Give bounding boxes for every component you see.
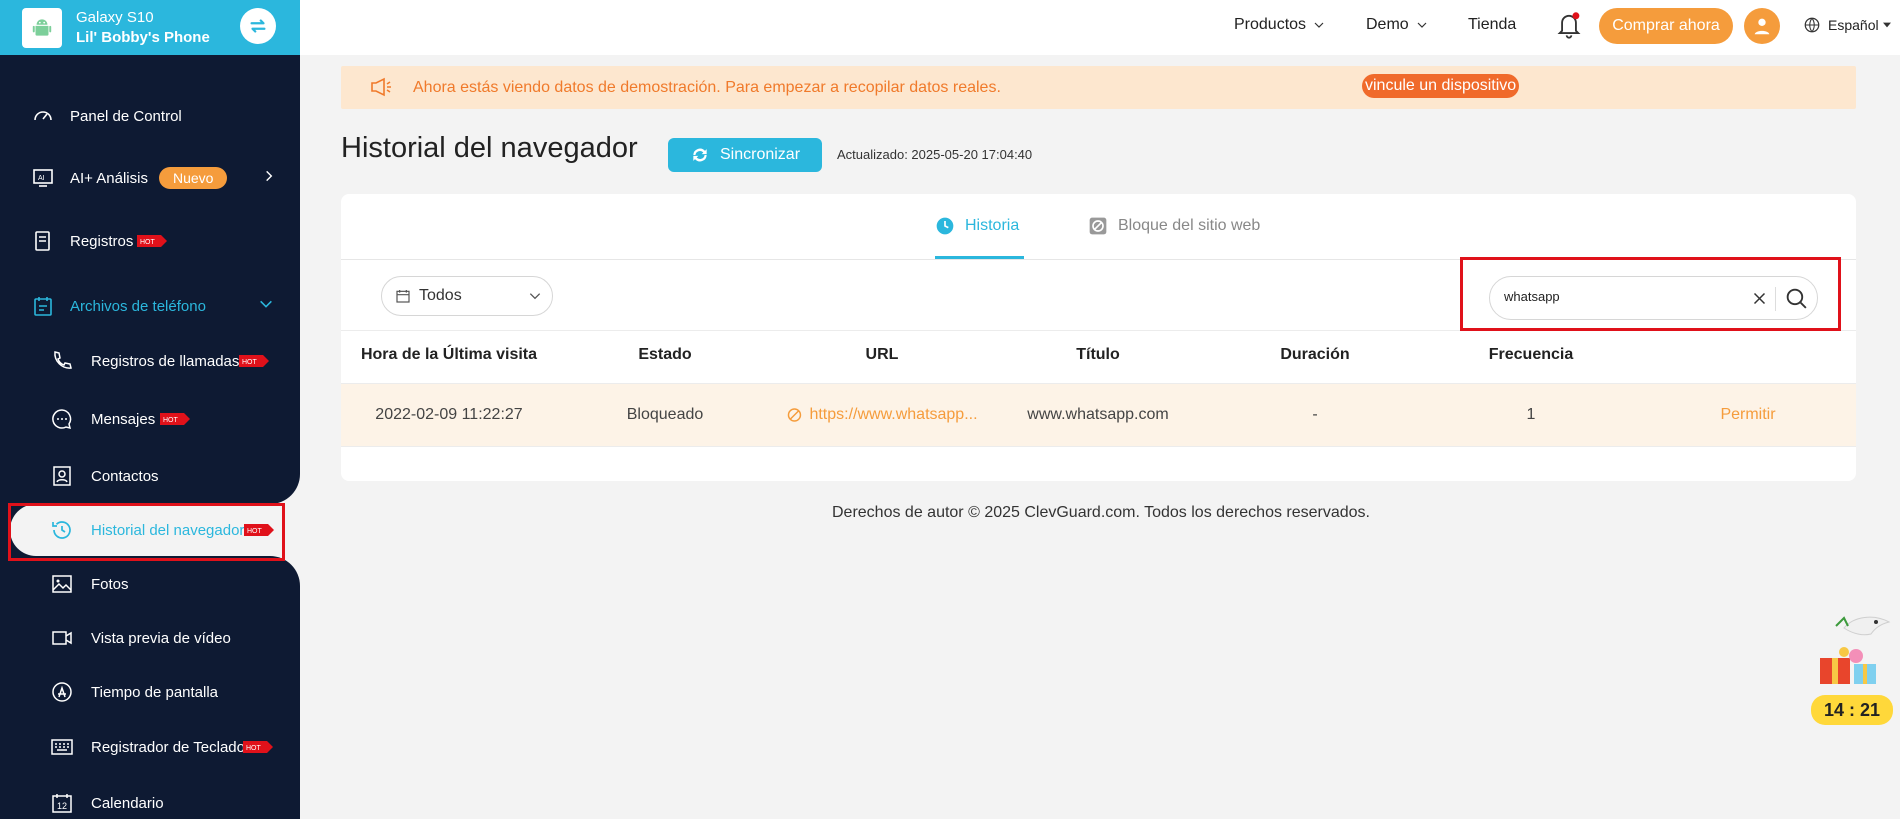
allow-button[interactable]: Permitir xyxy=(1720,406,1775,424)
contacts-icon xyxy=(49,463,75,489)
megaphone-icon xyxy=(369,76,393,103)
last-updated: Actualizado: 2025-05-20 17:04:40 xyxy=(837,147,1033,162)
new-badge: Nuevo xyxy=(159,167,228,189)
gift-bird-icon xyxy=(1820,616,1891,684)
buy-now-button[interactable]: Comprar ahora xyxy=(1599,8,1733,44)
chevron-right-icon xyxy=(262,169,276,187)
calendar-icon: 12 xyxy=(49,790,75,816)
blocked-icon xyxy=(787,408,802,422)
ai-icon: AI xyxy=(30,165,56,191)
date-filter-select[interactable]: Todos xyxy=(381,276,553,316)
tab-history[interactable]: Historia xyxy=(935,216,1019,236)
device-header[interactable]: Galaxy S10 Lil' Bobby's Phone xyxy=(0,0,300,55)
sync-button[interactable]: Sincronizar xyxy=(668,138,822,172)
sidebar-item-ai-analysis[interactable]: AI AI+ Análisis Nuevo xyxy=(0,158,300,198)
store-link[interactable]: Tienda xyxy=(1468,16,1516,34)
sidebar-item-photos[interactable]: Fotos xyxy=(0,564,300,604)
sidebar-item-keylogger[interactable]: Registrador de Teclado HOT xyxy=(0,727,300,767)
sidebar-item-dashboard[interactable]: Panel de Control xyxy=(0,96,300,136)
highlight-box xyxy=(8,503,285,561)
android-icon xyxy=(22,7,62,48)
device-model: Galaxy S10 xyxy=(76,8,154,26)
video-icon xyxy=(49,625,75,651)
highlight-box xyxy=(1460,257,1841,331)
svg-text:12: 12 xyxy=(57,801,67,811)
sidebar-item-records[interactable]: Registros HOT xyxy=(0,221,300,261)
user-avatar-icon[interactable] xyxy=(1744,8,1780,44)
globe-icon xyxy=(1804,17,1820,33)
dashboard-icon xyxy=(30,103,56,129)
frequency-cell: 1 xyxy=(1526,406,1536,423)
keyboard-icon xyxy=(49,734,75,760)
products-menu[interactable]: Productos xyxy=(1234,16,1325,34)
demo-menu[interactable]: Demo xyxy=(1366,16,1428,34)
sidebar-item-calendar[interactable]: 12 Calendario xyxy=(0,783,300,819)
hot-badge-icon: HOT xyxy=(243,741,273,753)
caret-down-icon xyxy=(1882,22,1891,28)
hot-badge-icon: HOT xyxy=(137,235,167,247)
table-header: Hora de la Última visita Estado URL Títu… xyxy=(341,330,1856,376)
refresh-icon xyxy=(693,148,707,162)
url-link[interactable]: https://www.whatsapp... xyxy=(786,406,978,424)
phone-icon xyxy=(49,348,75,374)
promo-widget[interactable]: 14 : 21 xyxy=(1802,608,1900,728)
tab-website-block[interactable]: Bloque del sitio web xyxy=(1088,216,1260,236)
sidebar: Galaxy S10 Lil' Bobby's Phone Panel de C… xyxy=(0,0,300,819)
svg-text:AI: AI xyxy=(38,175,45,182)
hot-badge-icon: HOT xyxy=(239,355,269,367)
visit-time: 2022-02-09 11:22:27 xyxy=(375,406,523,423)
language-selector[interactable]: Español xyxy=(1803,16,1891,34)
bell-icon[interactable] xyxy=(1555,10,1583,45)
demo-banner: Ahora estás viendo datos de demostración… xyxy=(341,66,1856,109)
footer-copyright: Derechos de autor © 2025 ClevGuard.com. … xyxy=(832,504,1370,521)
table-row: 2022-02-09 11:22:27 Bloqueado https://ww… xyxy=(341,383,1856,447)
banner-text: Ahora estás viendo datos de demostración… xyxy=(413,78,1001,96)
page-title: Historial del navegador xyxy=(341,132,638,164)
history-card: Historia Bloque del sitio web Todos Hora… xyxy=(341,194,1856,481)
sidebar-item-phone-files[interactable]: Archivos de teléfono xyxy=(0,286,300,326)
chevron-down-icon xyxy=(1314,22,1324,28)
hot-badge-icon: HOT xyxy=(160,413,190,425)
svg-text:HOT: HOT xyxy=(163,417,179,424)
block-icon xyxy=(1089,217,1107,235)
photo-icon xyxy=(49,571,75,597)
phone-files-icon xyxy=(30,293,56,319)
svg-text:HOT: HOT xyxy=(242,359,258,366)
chevron-down-icon xyxy=(529,293,541,300)
sidebar-item-contacts[interactable]: Contactos xyxy=(0,456,300,496)
link-device-link[interactable]: vincule un dispositivo xyxy=(1362,74,1520,98)
top-bar: Productos Demo Tienda Comprar ahora Espa… xyxy=(300,0,1900,55)
sidebar-item-call-logs[interactable]: Registros de llamadas HOT xyxy=(0,341,300,381)
device-name: Lil' Bobby's Phone xyxy=(76,28,210,46)
switch-device-icon[interactable] xyxy=(240,8,276,44)
duration-cell: - xyxy=(1312,406,1318,423)
countdown-timer: 14 : 21 xyxy=(1811,695,1893,725)
status-text: Bloqueado xyxy=(626,406,704,423)
chevron-down-icon xyxy=(1417,22,1427,28)
sidebar-item-messages[interactable]: Mensajes HOT xyxy=(0,399,300,439)
calendar-icon xyxy=(396,290,410,303)
svg-text:HOT: HOT xyxy=(140,239,156,246)
app-store-icon xyxy=(49,679,75,705)
message-icon xyxy=(49,406,75,432)
sidebar-item-screen-time[interactable]: Tiempo de pantalla xyxy=(0,672,300,712)
svg-text:HOT: HOT xyxy=(246,745,262,752)
clock-icon xyxy=(936,217,954,235)
page-title-cell: www.whatsapp.com xyxy=(1027,406,1169,423)
sidebar-item-video-preview[interactable]: Vista previa de vídeo xyxy=(0,618,300,658)
records-icon xyxy=(30,228,56,254)
chevron-down-icon xyxy=(258,296,274,316)
